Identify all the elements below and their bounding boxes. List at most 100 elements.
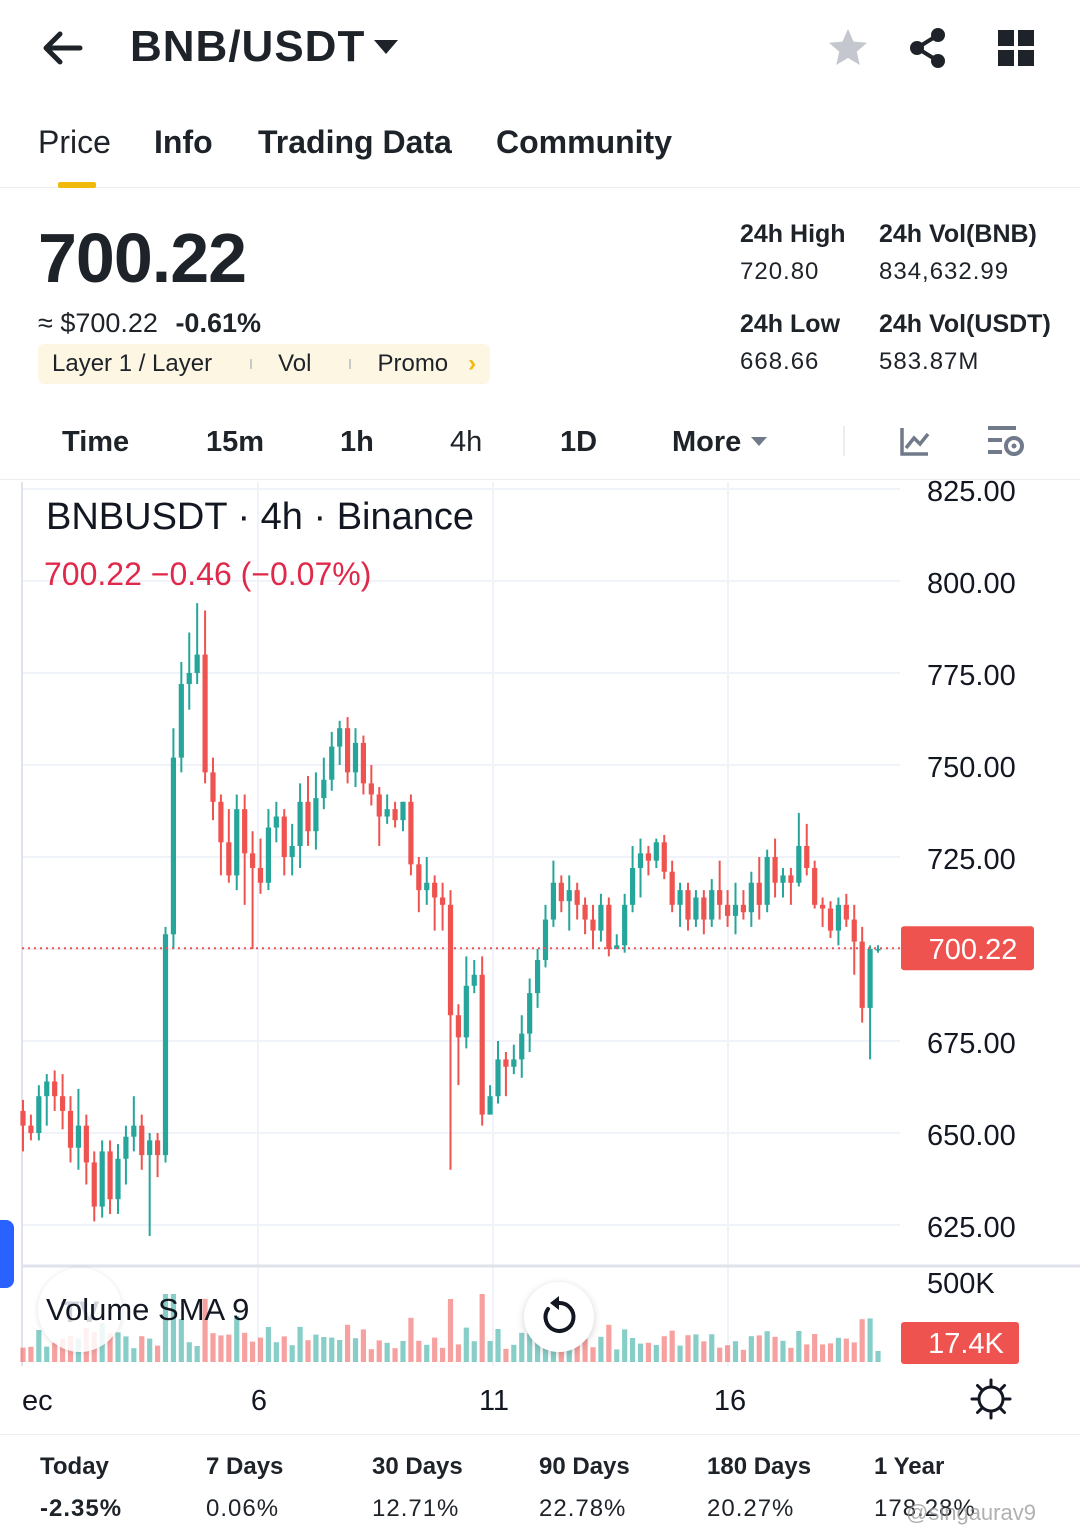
tag-promo[interactable]: Promo xyxy=(377,350,448,378)
volume-bar xyxy=(242,1332,248,1362)
candle-body xyxy=(732,904,739,916)
candle-body xyxy=(495,1059,501,1097)
candle-body xyxy=(416,864,422,891)
volume-bar xyxy=(329,1337,335,1362)
candle-body xyxy=(764,857,770,905)
volume-bar xyxy=(337,1340,343,1362)
tab-price[interactable]: Price xyxy=(38,124,111,161)
volume-bar xyxy=(123,1336,129,1362)
volume-tick-label: 500K xyxy=(927,1268,995,1300)
candle-body xyxy=(748,882,754,913)
volume-bar xyxy=(772,1336,778,1362)
candle-body xyxy=(772,857,778,883)
back-arrow-icon[interactable] xyxy=(40,28,84,68)
candle-body xyxy=(131,1125,137,1137)
volume-bar xyxy=(740,1349,747,1362)
interval-15m[interactable]: 15m xyxy=(206,426,264,459)
side-drawer-handle[interactable] xyxy=(0,1220,14,1288)
candle-body xyxy=(242,809,248,854)
gear-icon[interactable] xyxy=(970,1378,1012,1420)
interval-more-label: More xyxy=(672,426,742,458)
candle-body xyxy=(249,853,256,869)
volume-bar xyxy=(835,1337,842,1362)
perf-today: Today -2.35% xyxy=(40,1453,122,1523)
candle-body xyxy=(194,654,200,673)
tag-vol[interactable]: Vol xyxy=(278,350,311,378)
indicator-icon[interactable] xyxy=(898,424,932,458)
candle-body xyxy=(67,1110,74,1148)
volume-bar xyxy=(709,1334,715,1362)
y-tick-label: 825.00 xyxy=(927,480,1016,508)
tag-layer[interactable]: Layer 1 / Layer xyxy=(52,350,212,378)
candle-body xyxy=(566,890,572,902)
tab-trading-data[interactable]: Trading Data xyxy=(258,124,452,161)
perf-label: 180 Days xyxy=(707,1453,812,1480)
candle-body xyxy=(653,842,659,861)
candle-body xyxy=(867,949,873,1008)
candle-body xyxy=(629,868,636,905)
low-value: 668.66 xyxy=(740,348,820,375)
tab-community[interactable]: Community xyxy=(496,124,672,161)
candle-body xyxy=(123,1136,129,1159)
y-tick-label: 650.00 xyxy=(927,1120,1016,1152)
interval-1d[interactable]: 1D xyxy=(560,426,597,459)
volume-bar xyxy=(432,1337,438,1362)
volume-bar xyxy=(859,1319,865,1362)
volume-bar xyxy=(384,1342,390,1362)
section-tabs: Price Info Trading Data Community xyxy=(0,110,1080,188)
tag-bar[interactable]: Layer 1 / Layer Vol Promo › xyxy=(38,344,491,384)
volume-bar xyxy=(455,1344,462,1362)
candle-body xyxy=(519,1033,525,1060)
volume-bar xyxy=(297,1326,303,1362)
tab-info[interactable]: Info xyxy=(154,124,213,161)
tag-separator xyxy=(250,359,253,369)
pair-title[interactable]: BNB/USDT xyxy=(130,22,365,72)
x-tick-label: 6 xyxy=(251,1385,267,1417)
interval-4h[interactable]: 4h xyxy=(450,426,482,459)
volume-bar xyxy=(645,1342,652,1362)
candle-body xyxy=(337,728,343,747)
y-tick-label: 625.00 xyxy=(927,1212,1016,1244)
fiat-price-line: ≈ $700.22 -0.61% xyxy=(38,308,261,339)
interval-1h[interactable]: 1h xyxy=(340,426,374,459)
caret-down-icon[interactable] xyxy=(372,36,400,58)
candle-body xyxy=(91,1162,97,1207)
volume-bar xyxy=(827,1343,834,1362)
volume-bar xyxy=(20,1347,26,1362)
volume-bar xyxy=(186,1342,192,1362)
volume-bar xyxy=(495,1329,501,1362)
candle-body xyxy=(28,1125,34,1133)
interval-more[interactable]: More xyxy=(672,426,768,459)
candle-body xyxy=(289,845,295,857)
perf-value: 20.27% xyxy=(707,1495,795,1522)
volume-bar xyxy=(693,1334,699,1362)
chevron-right-icon[interactable]: › xyxy=(468,350,476,378)
candle-body xyxy=(685,890,691,920)
candle-body xyxy=(234,809,240,876)
candle-body xyxy=(178,684,184,758)
candle-body xyxy=(20,1110,26,1126)
volume-bar xyxy=(360,1329,367,1362)
volume-bar xyxy=(400,1341,406,1362)
candle-body xyxy=(740,904,747,913)
perf-30d: 30 Days 12.71% xyxy=(372,1453,463,1523)
top-bar: BNB/USDT xyxy=(0,0,1080,100)
volume-bar xyxy=(598,1336,604,1362)
grid-icon[interactable] xyxy=(996,28,1036,68)
share-icon[interactable] xyxy=(906,26,950,70)
candle-body xyxy=(487,1096,493,1115)
candle-body xyxy=(788,875,794,883)
volume-bar xyxy=(226,1334,232,1362)
volume-bar xyxy=(194,1346,200,1362)
reset-chart-button[interactable] xyxy=(524,1282,594,1352)
active-tab-indicator xyxy=(58,182,96,188)
chart-settings-icon[interactable] xyxy=(986,422,1026,460)
candle-body xyxy=(503,1059,509,1067)
interval-time[interactable]: Time xyxy=(62,426,129,459)
star-icon[interactable] xyxy=(826,26,870,70)
volume-bar xyxy=(503,1348,509,1362)
perf-value: 12.71% xyxy=(372,1495,460,1522)
candle-body xyxy=(827,908,834,931)
candle-body xyxy=(305,801,311,832)
volume-bar xyxy=(606,1324,612,1362)
